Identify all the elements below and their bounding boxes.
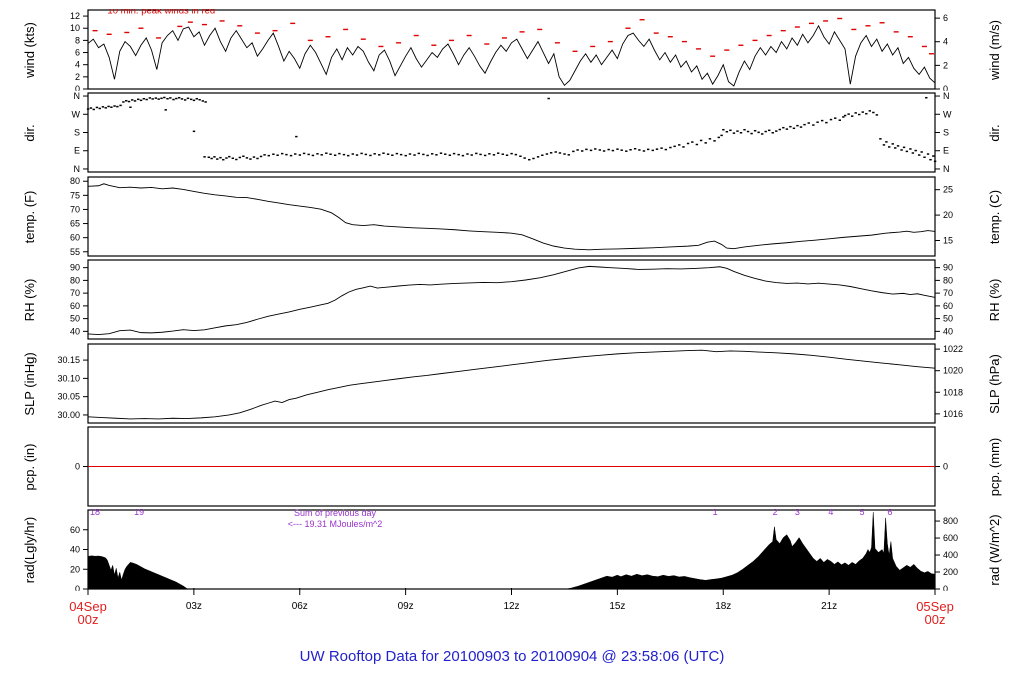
svg-text:70: 70 xyxy=(943,288,953,298)
svg-text:2: 2 xyxy=(943,60,948,70)
x-axis-ticks xyxy=(0,588,1024,598)
svg-text:80: 80 xyxy=(943,275,953,285)
panel-annotation: 10 min. peak winds in red xyxy=(107,9,215,17)
svg-text:70: 70 xyxy=(70,204,80,214)
page-title: UW Rooftop Data for 20100903 to 20100904… xyxy=(0,648,1024,665)
panel-annotation: 6 xyxy=(887,509,892,517)
svg-text:1022: 1022 xyxy=(943,344,963,354)
svg-text:0: 0 xyxy=(943,84,948,91)
svg-text:90: 90 xyxy=(943,263,953,273)
panel-annotation: 18 xyxy=(90,509,100,517)
svg-text:0: 0 xyxy=(75,462,80,472)
svg-text:60: 60 xyxy=(70,233,80,243)
svg-text:50: 50 xyxy=(70,314,80,324)
svg-text:1016: 1016 xyxy=(943,409,963,419)
svg-text:65: 65 xyxy=(70,219,80,229)
svg-text:60: 60 xyxy=(70,301,80,311)
svg-text:12: 12 xyxy=(70,11,80,21)
panel-annotation: 1 xyxy=(713,509,718,517)
svg-text:15: 15 xyxy=(943,235,953,245)
svg-text:25: 25 xyxy=(943,185,953,195)
svg-text:60: 60 xyxy=(943,301,953,311)
x-tick-label: 12z xyxy=(467,600,557,613)
pcp-panel-plot: 00 xyxy=(0,426,1024,508)
svg-text:10: 10 xyxy=(70,23,80,33)
svg-text:N: N xyxy=(943,164,950,174)
svg-text:40: 40 xyxy=(70,545,80,555)
svg-text:60: 60 xyxy=(70,525,80,535)
panel-annotation: 5 xyxy=(859,509,864,517)
svg-text:400: 400 xyxy=(943,550,958,560)
x-tick-label: 21z xyxy=(784,600,874,613)
panel-annotation: 19 xyxy=(134,509,144,517)
panel-annotation: Sum of previous day xyxy=(294,509,377,518)
svg-text:30.00: 30.00 xyxy=(57,410,80,420)
svg-text:1020: 1020 xyxy=(943,366,963,376)
svg-text:70: 70 xyxy=(70,288,80,298)
panel-annotation: 2 xyxy=(773,509,778,517)
slp-panel-plot: 30.00 30.05 30.10 30.15 1016 1018 1020 1022 xyxy=(0,343,1024,425)
svg-text:1018: 1018 xyxy=(943,387,963,397)
x-tick-label: 18z xyxy=(678,600,768,613)
panel-annotation: 3 xyxy=(795,509,800,517)
svg-text:30.05: 30.05 xyxy=(57,392,80,402)
svg-text:75: 75 xyxy=(70,190,80,200)
svg-text:200: 200 xyxy=(943,567,958,577)
svg-text:N: N xyxy=(74,92,81,101)
svg-text:30.10: 30.10 xyxy=(57,373,80,383)
rad-panel-plot: 020406002004006008001819Sum of previous … xyxy=(0,509,1024,591)
svg-text:600: 600 xyxy=(943,533,958,543)
svg-text:40: 40 xyxy=(943,326,953,336)
dir-panel-plot: NWSENNWSEN xyxy=(0,92,1024,174)
svg-text:0: 0 xyxy=(943,462,948,472)
temp-panel-plot: 55 60 65 70 75 80 15 20 25 xyxy=(0,176,1024,258)
uw-rooftop-meteogram: wind (kts) dir. temp. (F) RH (%) SLP (in… xyxy=(0,0,1024,700)
svg-text:80: 80 xyxy=(70,176,80,186)
x-tick-label: 15z xyxy=(572,600,662,613)
svg-text:E: E xyxy=(74,146,80,156)
panel-annotation: 4 xyxy=(828,509,833,517)
svg-text:N: N xyxy=(74,164,81,174)
svg-text:W: W xyxy=(943,109,952,119)
svg-text:4: 4 xyxy=(75,60,80,70)
svg-text:6: 6 xyxy=(943,13,948,23)
svg-text:30.15: 30.15 xyxy=(57,355,80,365)
svg-text:50: 50 xyxy=(943,314,953,324)
svg-text:20: 20 xyxy=(70,564,80,574)
svg-text:E: E xyxy=(943,146,949,156)
svg-text:800: 800 xyxy=(943,516,958,526)
x-tick-label: 05Sep 00z xyxy=(890,600,980,626)
svg-text:40: 40 xyxy=(70,326,80,336)
x-tick-label: 06z xyxy=(255,600,345,613)
svg-text:90: 90 xyxy=(70,263,80,273)
x-tick-label: 03z xyxy=(149,600,239,613)
svg-text:W: W xyxy=(72,109,81,119)
svg-text:8: 8 xyxy=(75,35,80,45)
svg-text:S: S xyxy=(943,128,949,138)
svg-text:6: 6 xyxy=(75,48,80,58)
x-tick-label: 04Sep 00z xyxy=(43,600,133,626)
wind-panel-plot: 0 2 4 6 8 10 12 0 2 4 6 10 min. peak winds in red xyxy=(0,9,1024,91)
svg-text:20: 20 xyxy=(943,210,953,220)
rh-panel-plot: 40 50 60 70 80 90 40 50 60 70 80 90 xyxy=(0,259,1024,341)
svg-text:80: 80 xyxy=(70,275,80,285)
svg-text:55: 55 xyxy=(70,247,80,257)
svg-text:N: N xyxy=(943,92,950,101)
svg-text:4: 4 xyxy=(943,37,948,47)
svg-text:S: S xyxy=(74,128,80,138)
x-tick-label: 09z xyxy=(361,600,451,613)
svg-text:2: 2 xyxy=(75,72,80,82)
panel-annotation: <--- 19.31 MJoules/m^2 xyxy=(288,519,383,529)
svg-text:0: 0 xyxy=(75,84,80,91)
